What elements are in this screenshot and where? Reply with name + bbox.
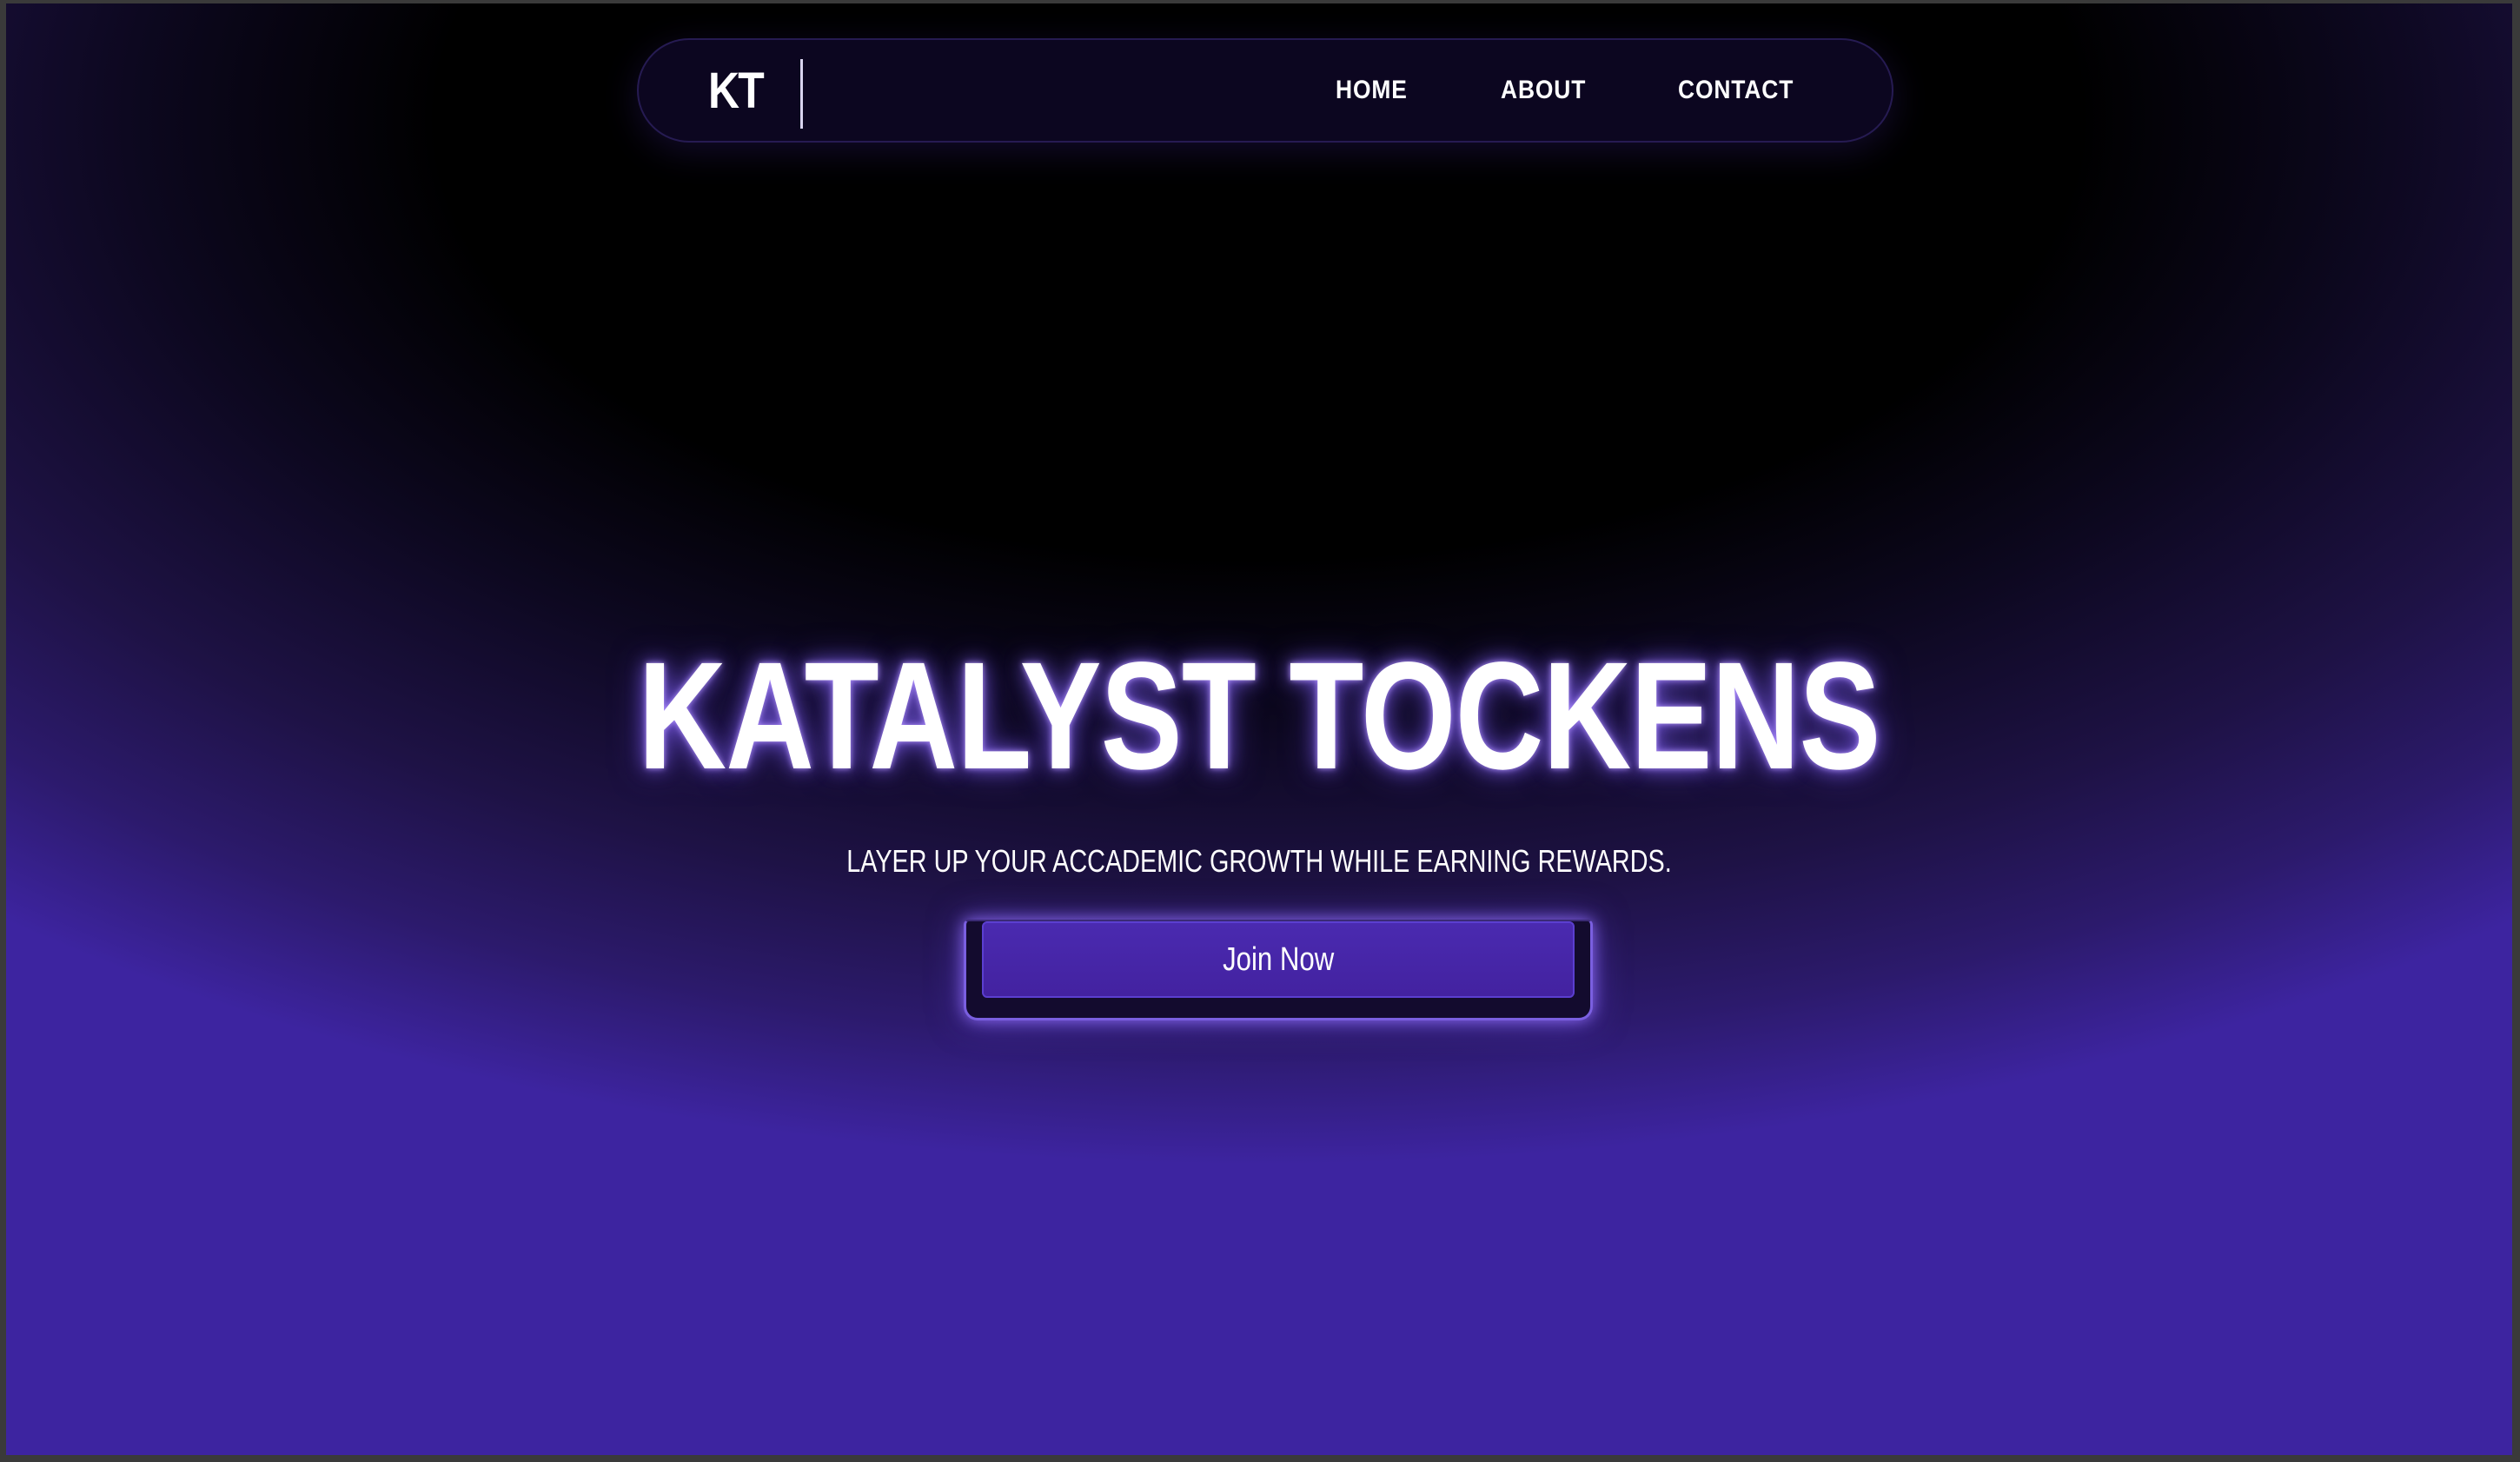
nav-link-contact[interactable]: CONTACT <box>1678 73 1794 108</box>
nav-link-about[interactable]: ABOUT <box>1501 73 1586 108</box>
nav-links: HOME ABOUT CONTACT <box>639 40 1892 141</box>
nav-link-home[interactable]: HOME <box>1336 73 1408 108</box>
page-frame: KT HOME ABOUT CONTACT KATALYST TOCKENS L… <box>6 3 2512 1455</box>
cta-button-frame: Join Now <box>964 920 1593 1020</box>
hero-title: KATALYST TOCKENS <box>638 631 1880 801</box>
join-now-button[interactable]: Join Now <box>982 921 1575 998</box>
join-now-label: Join Now <box>1222 941 1335 978</box>
navbar: KT HOME ABOUT CONTACT <box>637 38 1893 143</box>
hero-subtitle: LAYER UP YOUR ACCADEMIC GROWTH WHILE EAR… <box>846 843 1672 879</box>
